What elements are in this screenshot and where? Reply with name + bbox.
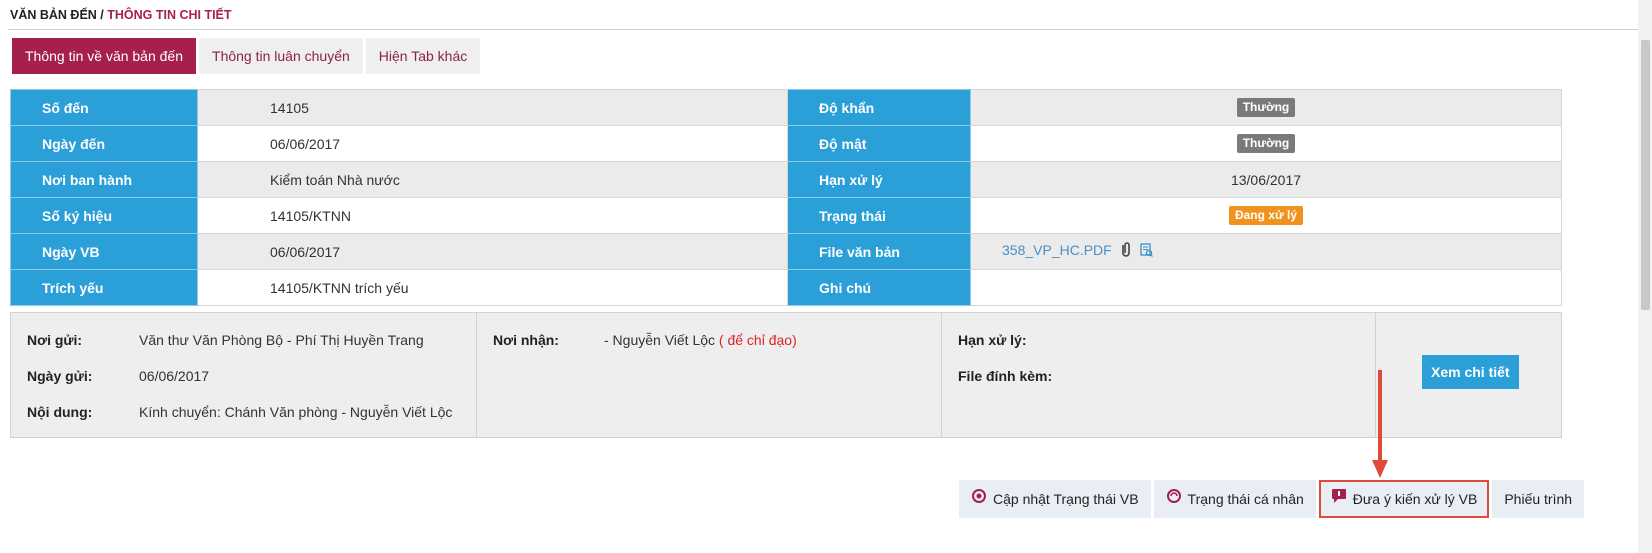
- table-row: Nơi ban hành Kiểm toán Nhà nước Hạn xử l…: [10, 161, 1562, 198]
- value-so-ky-hieu: 14105/KTNN: [197, 197, 788, 234]
- deadline-label: Hạn xử lý:: [958, 332, 1027, 348]
- tab-bar: Thông tin về văn bản đến Thông tin luân …: [12, 38, 481, 74]
- personal-status-button[interactable]: Trạng thái cá nhân: [1153, 480, 1316, 518]
- value-han-xu-ly: 13/06/2017: [970, 161, 1562, 198]
- breadcrumb-separator: /: [96, 8, 108, 22]
- sender-label: Nơi gửi:: [27, 332, 83, 348]
- secrecy-badge: Thường: [1236, 134, 1296, 153]
- view-detail-button[interactable]: Xem chi tiết: [1422, 355, 1519, 389]
- status-badge: Đang xử lý: [1228, 206, 1304, 225]
- deadline-column: Hạn xử lý: File đính kèm:: [942, 313, 1376, 437]
- sender-value: Văn thư Văn Phòng Bộ - Phí Thị Huyền Tra…: [139, 332, 424, 348]
- tab-incoming-document-info[interactable]: Thông tin về văn bản đến: [12, 38, 197, 74]
- value-trich-yeu: 14105/KTNN trích yếu: [197, 269, 788, 306]
- value-file-van-ban: 358_VP_HC.PDF: [970, 233, 1562, 270]
- label-trich-yeu: Trích yếu: [10, 269, 198, 306]
- label-do-khan: Độ khẩn: [787, 89, 971, 126]
- label-do-mat: Độ mật: [787, 125, 971, 162]
- label-noi-ban-hanh: Nơi ban hành: [10, 161, 198, 198]
- transfer-panel: Nơi gửi: Văn thư Văn Phòng Bộ - Phí Thị …: [10, 312, 1562, 438]
- value-do-khan: Thường: [970, 89, 1562, 126]
- detail-column: Xem chi tiết: [1376, 313, 1561, 437]
- label-ngay-vb: Ngày VB: [10, 233, 198, 270]
- scrollbar-thumb[interactable]: [1641, 40, 1650, 310]
- table-row: Số ký hiệu 14105/KTNN Trạng thái Đang xử…: [10, 197, 1562, 234]
- breadcrumb-root[interactable]: VĂN BẢN ĐẾN: [10, 8, 97, 22]
- attachment-icon[interactable]: [1120, 242, 1132, 261]
- give-opinion-label: Đưa ý kiến xử lý VB: [1352, 491, 1478, 507]
- label-han-xu-ly: Hạn xử lý: [787, 161, 971, 198]
- sender-column: Nơi gửi: Văn thư Văn Phòng Bộ - Phí Thị …: [11, 313, 477, 437]
- table-row: Trích yếu 14105/KTNN trích yếu Ghi chú: [10, 269, 1562, 306]
- label-ngay-den: Ngày đến: [10, 125, 198, 162]
- value-ngay-den: 06/06/2017: [197, 125, 788, 162]
- update-status-label: Cập nhật Trạng thái VB: [993, 491, 1139, 507]
- file-link[interactable]: 358_VP_HC.PDF: [1002, 242, 1112, 258]
- attachment-label: File đính kèm:: [958, 368, 1053, 384]
- value-noi-ban-hanh: Kiểm toán Nhà nước: [197, 161, 788, 198]
- receiver-note: ( để chỉ đạo): [718, 332, 797, 348]
- receiver-value: - Nguyễn Viết Lộc ( để chỉ đạo): [604, 332, 797, 348]
- update-status-button[interactable]: Cập nhật Trạng thái VB: [959, 480, 1151, 518]
- submission-slip-label: Phiếu trình: [1504, 491, 1573, 507]
- personal-status-icon: [1166, 480, 1182, 518]
- vertical-scrollbar[interactable]: [1638, 0, 1652, 553]
- table-row: Ngày VB 06/06/2017 File văn bản 358_VP_H…: [10, 233, 1562, 270]
- personal-status-label: Trạng thái cá nhân: [1187, 491, 1304, 507]
- date-sent-value: 06/06/2017: [139, 368, 210, 384]
- date-sent-label: Ngày gửi:: [27, 368, 93, 384]
- breadcrumb: VĂN BẢN ĐẾN / THÔNG TIN CHI TIẾT: [10, 8, 232, 22]
- urgency-badge: Thường: [1236, 98, 1296, 117]
- status-update-icon: [971, 480, 987, 518]
- value-so-den: 14105: [197, 89, 788, 126]
- label-so-ky-hieu: Số ký hiệu: [10, 197, 198, 234]
- tab-circulation-info[interactable]: Thông tin luân chuyển: [199, 38, 363, 74]
- table-row: Số đến 14105 Độ khẩn Thường: [10, 89, 1562, 126]
- give-opinion-button[interactable]: Đưa ý kiến xử lý VB: [1318, 480, 1490, 518]
- breadcrumb-current: THÔNG TIN CHI TIẾT: [107, 8, 232, 22]
- table-row: Ngày đến 06/06/2017 Độ mật Thường: [10, 125, 1562, 162]
- label-trang-thai: Trạng thái: [787, 197, 971, 234]
- content-label: Nội dung:: [27, 404, 93, 420]
- content-value: Kính chuyển: Chánh Văn phòng - Nguyễn Vi…: [139, 404, 453, 420]
- receiver-name: - Nguyễn Viết Lộc: [604, 332, 716, 348]
- action-bar: Cập nhật Trạng thái VB Trạng thái cá nhâ…: [959, 480, 1587, 518]
- tab-show-other[interactable]: Hiện Tab khác: [365, 38, 481, 74]
- header-divider: [8, 29, 1638, 30]
- value-do-mat: Thường: [970, 125, 1562, 162]
- comment-icon: [1331, 480, 1347, 518]
- document-view-icon[interactable]: [1139, 243, 1153, 260]
- label-file-van-ban: File văn bản: [787, 233, 971, 270]
- value-ghi-chu: [970, 269, 1562, 306]
- label-so-den: Số đến: [10, 89, 198, 126]
- label-ghi-chu: Ghi chú: [787, 269, 971, 306]
- submission-slip-button[interactable]: Phiếu trình: [1492, 480, 1585, 518]
- receiver-column: Nơi nhận: - Nguyễn Viết Lộc ( để chỉ đạo…: [477, 313, 942, 437]
- document-info-table: Số đến 14105 Độ khẩn Thường Ngày đến 06/…: [10, 89, 1562, 306]
- pointer-arrow: [1372, 370, 1388, 478]
- value-trang-thai: Đang xử lý: [970, 197, 1562, 234]
- value-ngay-vb: 06/06/2017: [197, 233, 788, 270]
- receiver-label: Nơi nhận:: [493, 332, 559, 348]
